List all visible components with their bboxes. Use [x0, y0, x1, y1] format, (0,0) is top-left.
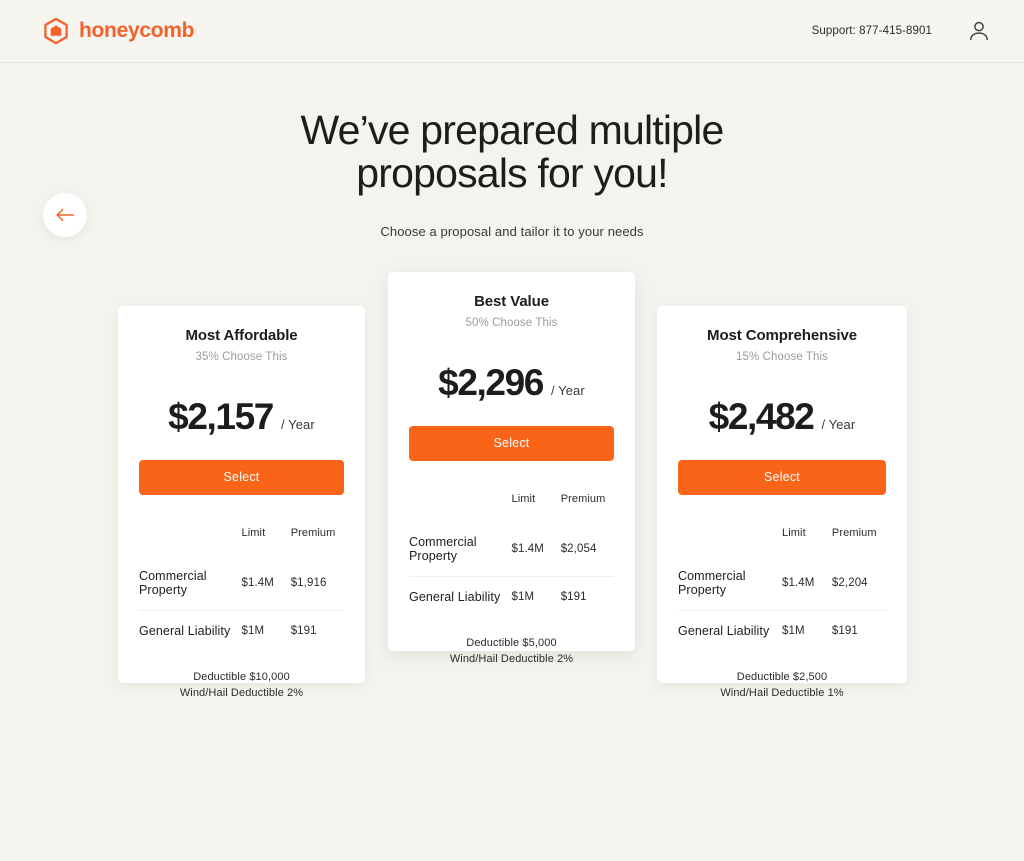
arrow-left-icon	[55, 207, 75, 223]
coverage-col-premium: Premium	[831, 526, 877, 539]
page-title: We’ve prepared multiple proposals for yo…	[300, 107, 725, 197]
coverage-name: Commercial Property	[678, 568, 746, 597]
person-account-icon[interactable]	[966, 18, 992, 44]
card-price-row: $2,157 / Year	[139, 396, 344, 438]
coverage-premium: $1,916	[290, 576, 327, 589]
coverage-col-limit: Limit	[511, 492, 536, 505]
coverage-table-head: Limit Premium	[139, 527, 344, 556]
coverage-col-name	[409, 493, 512, 522]
header-actions: Support: 877-415-8901	[812, 18, 992, 44]
deductible-amount: Deductible $5,000	[466, 636, 557, 649]
coverage-col-limit: Limit	[241, 526, 266, 539]
hero-section: We’ve prepared multiple proposals for yo…	[0, 63, 1024, 239]
card-price-row: $2,296 / Year	[409, 362, 614, 404]
coverage-header-row: Limit Premium	[678, 527, 886, 556]
deductibles: Deductible $5,000 Wind/Hail Deductible 2…	[409, 636, 614, 668]
card-title: Best Value	[474, 292, 549, 310]
brand-name: honeycomb	[79, 19, 195, 42]
coverage-table-body: Commercial Property $1.4M $2,054 General…	[409, 522, 614, 617]
card-price-period: / Year	[821, 416, 856, 432]
wind-hail-deductible: Wind/Hail Deductible 2%	[449, 652, 574, 665]
coverage-col-premium: Premium	[560, 492, 606, 505]
page-subtitle: Choose a proposal and tailor it to your …	[380, 223, 644, 239]
table-row: Commercial Property $1.4M $2,054	[409, 522, 614, 577]
card-price: $2,482	[708, 395, 815, 437]
coverage-premium: $2,204	[831, 576, 868, 589]
coverage-col-name	[678, 527, 782, 556]
deductible-amount: Deductible $10,000	[193, 670, 290, 683]
card-subtitle: 35% Choose This	[195, 350, 288, 363]
card-price: $2,296	[438, 361, 544, 403]
coverage-limit: $1.4M	[241, 576, 274, 589]
card-header: Most Comprehensive 15% Choose This	[678, 306, 886, 363]
card-header: Most Affordable 35% Choose This	[139, 306, 344, 363]
card-header: Best Value 50% Choose This	[409, 272, 614, 329]
select-button[interactable]: Select	[409, 425, 614, 461]
coverage-header-row: Limit Premium	[409, 493, 614, 522]
coverage-premium: $2,054	[560, 542, 597, 555]
coverage-table: Limit Premium Commercial Property $1.4M …	[678, 527, 886, 651]
table-row: Commercial Property $1.4M $2,204	[678, 556, 886, 611]
coverage-name: General Liability	[678, 623, 770, 638]
proposal-card-most-affordable[interactable]: Most Affordable 35% Choose This $2,157 /…	[118, 305, 365, 699]
table-row: Commercial Property $1.4M $1,916	[139, 556, 344, 611]
app-header: honeycomb Support: 877-415-8901	[0, 0, 1024, 63]
table-row: General Liability $1M $191	[678, 610, 886, 651]
select-button[interactable]: Select	[678, 459, 886, 495]
card-price-period: / Year	[550, 382, 585, 398]
brand-logo[interactable]: honeycomb	[42, 17, 194, 45]
coverage-limit: $1.4M	[511, 542, 544, 555]
table-row: General Liability $1M $191	[139, 610, 344, 651]
card-title: Most Affordable	[185, 326, 298, 344]
coverage-limit: $1M	[782, 624, 805, 637]
support-phone: Support: 877-415-8901	[811, 25, 932, 37]
coverage-table: Limit Premium Commercial Property $1.4M …	[139, 527, 344, 651]
coverage-header-row: Limit Premium	[139, 527, 344, 556]
coverage-name: Commercial Property	[409, 534, 477, 563]
card-price: $2,157	[168, 395, 274, 437]
coverage-table-head: Limit Premium	[409, 493, 614, 522]
select-button[interactable]: Select	[139, 459, 344, 495]
coverage-table-head: Limit Premium	[678, 527, 886, 556]
deductibles: Deductible $2,500 Wind/Hail Deductible 1…	[678, 670, 886, 702]
coverage-premium: $191	[560, 590, 587, 603]
coverage-col-premium: Premium	[290, 526, 336, 539]
coverage-limit: $1M	[241, 624, 265, 637]
coverage-name: General Liability	[409, 589, 501, 604]
card-price-row: $2,482 / Year	[678, 396, 886, 438]
card-subtitle: 15% Choose This	[735, 350, 829, 363]
deductible-amount: Deductible $2,500	[736, 670, 828, 683]
coverage-premium: $191	[831, 624, 858, 637]
coverage-col-limit: Limit	[782, 526, 806, 539]
table-row: General Liability $1M $191	[409, 576, 614, 617]
coverage-table-body: Commercial Property $1.4M $1,916 General…	[139, 556, 344, 651]
wind-hail-deductible: Wind/Hail Deductible 2%	[179, 686, 304, 699]
card-price-period: / Year	[280, 416, 315, 432]
coverage-name: Commercial Property	[139, 568, 207, 597]
coverage-table-body: Commercial Property $1.4M $2,204 General…	[678, 556, 886, 651]
coverage-limit: $1M	[511, 590, 535, 603]
honeycomb-hexagon-house-logo-icon	[42, 17, 70, 45]
coverage-col-name	[139, 527, 242, 556]
coverage-premium: $191	[290, 624, 317, 637]
proposal-card-best-value[interactable]: Best Value 50% Choose This $2,296 / Year…	[388, 271, 635, 665]
back-button[interactable]	[43, 193, 87, 237]
coverage-name: General Liability	[139, 623, 231, 638]
card-title: Most Comprehensive	[707, 326, 857, 344]
coverage-table: Limit Premium Commercial Property $1.4M …	[409, 493, 614, 617]
deductibles: Deductible $10,000 Wind/Hail Deductible …	[139, 670, 344, 702]
proposal-cards: Most Affordable 35% Choose This $2,157 /…	[0, 271, 1024, 742]
proposal-card-most-comprehensive[interactable]: Most Comprehensive 15% Choose This $2,48…	[657, 305, 907, 699]
coverage-limit: $1.4M	[782, 576, 815, 589]
wind-hail-deductible: Wind/Hail Deductible 1%	[720, 686, 844, 699]
card-subtitle: 50% Choose This	[465, 316, 558, 329]
